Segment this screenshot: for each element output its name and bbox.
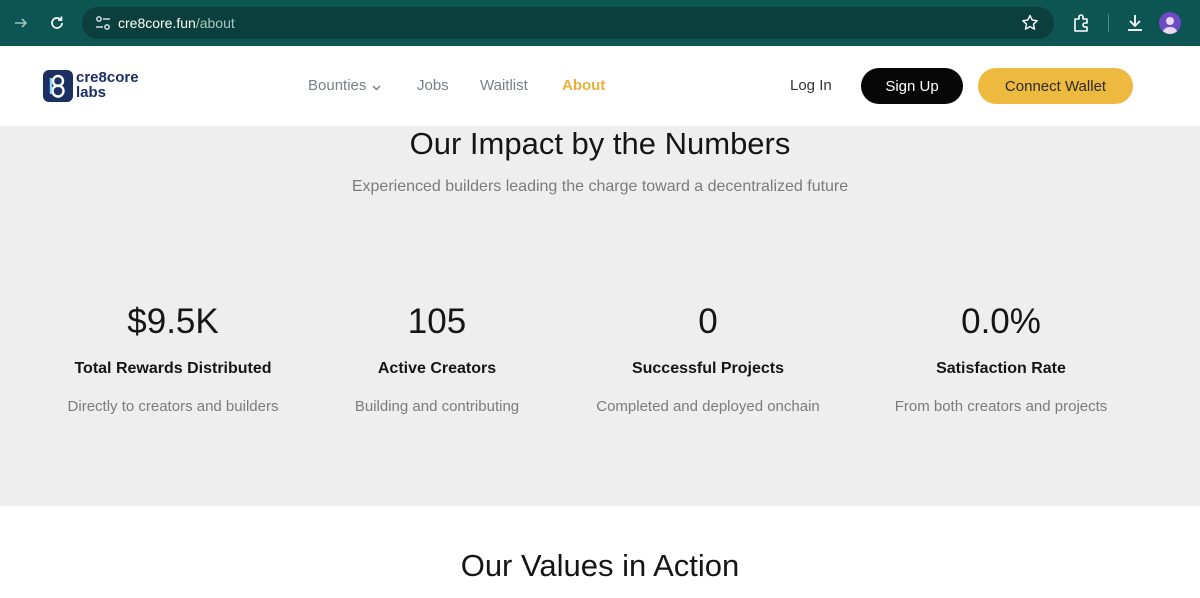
url-text: cre8core.fun/about (118, 15, 235, 31)
site-logo[interactable]: cre8core labs (43, 69, 153, 103)
signup-button[interactable]: Sign Up (861, 68, 963, 104)
profile-avatar[interactable] (1159, 12, 1181, 34)
impact-title: Our Impact by the Numbers (409, 126, 791, 161)
stat-value: 105 (407, 302, 467, 341)
stat-description: Completed and deployed onchain (596, 398, 820, 415)
reload-icon[interactable] (46, 12, 68, 34)
forward-icon[interactable] (10, 12, 32, 34)
values-title: Our Values in Action (460, 548, 740, 583)
nav-about[interactable]: About (562, 77, 605, 94)
logo-wordmark: cre8core labs (76, 70, 139, 100)
nav-waitlist[interactable]: Waitlist (480, 77, 528, 94)
stat-description: From both creators and projects (894, 398, 1108, 415)
extensions-icon[interactable] (1071, 12, 1093, 34)
stat-card: 0.0% Satisfaction Rate From both creator… (861, 301, 1141, 415)
impact-subtitle: Experienced builders leading the charge … (351, 178, 849, 195)
download-icon[interactable] (1124, 12, 1146, 34)
stat-value: 0 (698, 302, 718, 341)
nav-bounties[interactable]: Bounties (308, 77, 381, 95)
nav-jobs[interactable]: Jobs (417, 77, 449, 94)
stat-label: Satisfaction Rate (936, 360, 1066, 377)
stat-description: Directly to creators and builders (67, 398, 279, 415)
connect-wallet-button[interactable]: Connect Wallet (978, 68, 1133, 104)
logo-line2: labs (76, 84, 107, 101)
impact-section: Our Impact by the Numbers Experienced bu… (0, 126, 1200, 506)
stat-card: 0 Successful Projects Completed and depl… (568, 301, 848, 415)
nav-bounties-label: Bounties (308, 77, 367, 94)
browser-toolbar: cre8core.fun/about (0, 0, 1200, 46)
site-header: cre8core labs Bounties Jobs Waitlist Abou… (0, 46, 1200, 126)
stat-card: 105 Active Creators Building and contrib… (297, 301, 577, 415)
stat-value: 0.0% (961, 302, 1041, 341)
stat-label: Active Creators (377, 360, 497, 377)
stat-label: Successful Projects (631, 360, 785, 377)
url-path: /about (195, 15, 235, 31)
stat-label: Total Rewards Distributed (74, 360, 272, 377)
stat-value: $9.5K (127, 302, 219, 341)
toolbar-divider (1108, 14, 1109, 32)
stat-description: Building and contributing (354, 398, 520, 415)
address-bar[interactable]: cre8core.fun/about (82, 7, 1054, 39)
bookmark-star-icon[interactable] (1020, 13, 1040, 33)
site-settings-icon[interactable] (94, 14, 112, 32)
stat-card: $9.5K Total Rewards Distributed Directly… (33, 301, 313, 415)
chevron-down-icon (372, 78, 381, 95)
url-domain: cre8core.fun (118, 15, 196, 31)
logo-mark-icon (43, 70, 73, 102)
login-link[interactable]: Log In (790, 77, 832, 94)
